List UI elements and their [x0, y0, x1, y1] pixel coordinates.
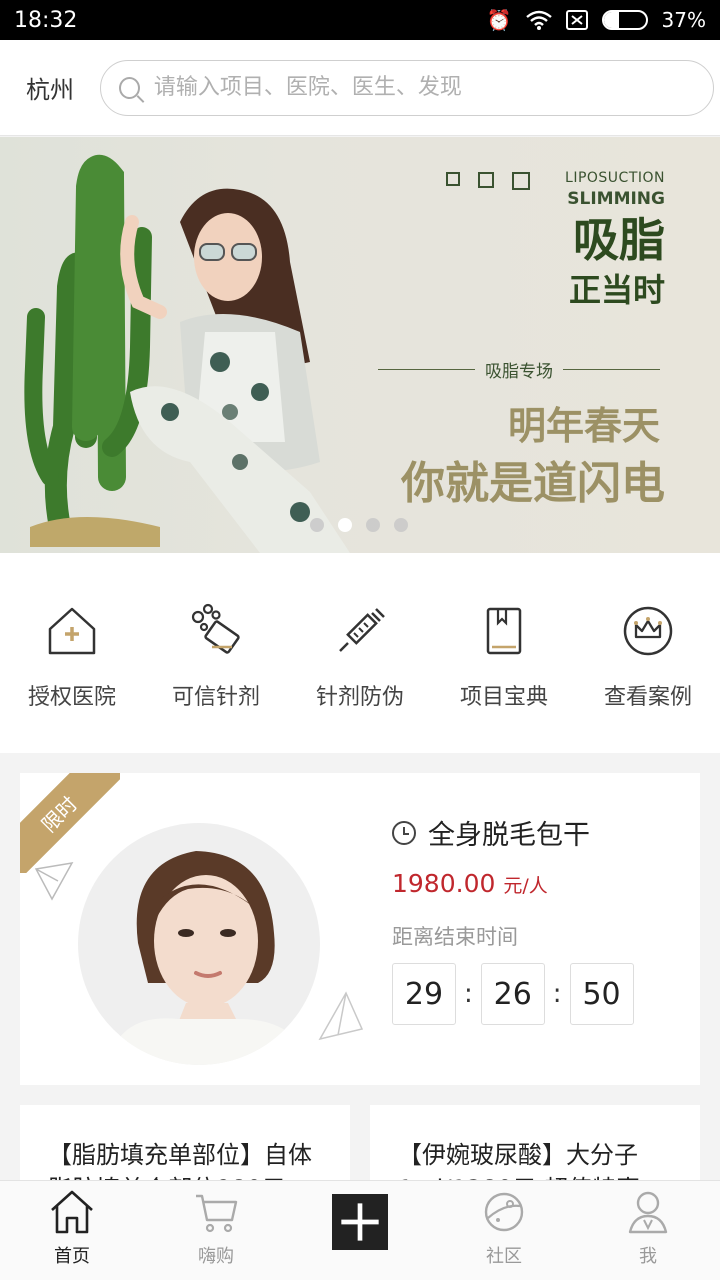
- city-selector[interactable]: 杭州: [0, 70, 100, 105]
- tab-label: 首页: [54, 1246, 90, 1267]
- plus-icon: [341, 1203, 379, 1241]
- status-time: 18:32: [14, 7, 78, 33]
- clock-icon: [392, 820, 416, 845]
- banner-slogan-2: 你就是道闪电: [401, 458, 665, 509]
- banner-section-label: 吸脂专场: [378, 357, 660, 382]
- bottom-tab-bar: 首页 嗨购 社区 我: [0, 1180, 720, 1280]
- status-icons: ⏰ 37%: [487, 8, 706, 32]
- quick-nav-project-guide[interactable]: 项目宝典: [432, 603, 576, 711]
- tab-shop[interactable]: 嗨购: [144, 1188, 288, 1268]
- search-bar[interactable]: [100, 59, 714, 116]
- countdown-minutes: 26: [480, 963, 545, 1025]
- status-bar: 18:32 ⏰ 37%: [0, 0, 720, 40]
- syringe-icon: [339, 608, 385, 652]
- model-image: [120, 188, 350, 553]
- header: 杭州: [0, 40, 720, 136]
- battery-percent: 37%: [661, 8, 706, 32]
- tab-community[interactable]: 社区: [432, 1188, 576, 1268]
- carousel-dot[interactable]: [310, 518, 324, 532]
- flash-sale-card[interactable]: 限时 全身脱毛包干 1980.00 元/人 距离结束时间 29 : 26 : 5…: [20, 773, 700, 1085]
- carousel-dot[interactable]: [394, 518, 408, 532]
- flash-sale-price: 1980.00 元/人: [392, 869, 548, 898]
- limited-time-ribbon: 限时: [20, 773, 120, 873]
- decor-triangle: [34, 862, 74, 901]
- search-input[interactable]: [153, 75, 695, 100]
- decor-squares: [446, 172, 530, 190]
- quick-nav-trusted-injections[interactable]: 可信针剂: [144, 603, 288, 711]
- tab-label: 我: [639, 1246, 657, 1267]
- quick-nav-authorized-hospitals[interactable]: 授权医院: [0, 603, 144, 711]
- divider-line: [563, 368, 660, 371]
- carousel-indicator[interactable]: [310, 518, 408, 532]
- banner-tag-en-2: SLIMMING: [567, 189, 665, 209]
- quick-nav: 授权医院 可信针剂 针剂防伪 项目宝典 查看案例: [0, 553, 720, 753]
- price-value: 1980.00: [392, 869, 496, 898]
- flash-sale-title: 全身脱毛包干: [428, 820, 590, 851]
- quick-nav-view-cases[interactable]: 查看案例: [576, 603, 720, 711]
- countdown-separator: :: [464, 979, 473, 1009]
- quick-nav-label: 授权医院: [27, 685, 116, 710]
- countdown-seconds: 50: [569, 963, 634, 1025]
- home-icon: [51, 1190, 93, 1234]
- tab-publish[interactable]: [288, 1194, 432, 1268]
- search-icon: [119, 76, 140, 99]
- tab-label: 嗨购: [198, 1246, 234, 1267]
- planet-icon: [484, 1192, 524, 1232]
- quick-nav-label: 可信针剂: [171, 685, 260, 710]
- wifi-icon: [525, 10, 552, 30]
- banner-slogan-1: 明年春天: [507, 404, 660, 448]
- decor-triangle: [318, 991, 364, 1041]
- crown-icon: [623, 606, 673, 656]
- price-unit: 元/人: [503, 875, 548, 897]
- quick-nav-label: 查看案例: [603, 685, 692, 710]
- countdown-label: 距离结束时间: [392, 925, 518, 949]
- banner-headline-2: 正当时: [568, 271, 665, 309]
- quick-nav-label: 针剂防伪: [315, 685, 404, 710]
- injection-bubbles-icon: [191, 603, 240, 654]
- banner-tag-en-1: LIPOSUCTION: [565, 170, 665, 186]
- alarm-off-icon: ⏰: [486, 8, 512, 32]
- product-portrait-image: [78, 823, 320, 1065]
- book-icon: [486, 607, 522, 655]
- tab-home[interactable]: 首页: [0, 1188, 144, 1268]
- battery-icon: [601, 10, 648, 30]
- countdown-timer: 29 : 26 : 50: [392, 963, 634, 1025]
- hospital-icon: [48, 607, 96, 655]
- banner-headline-1: 吸脂: [573, 213, 665, 267]
- carousel-dot[interactable]: [366, 518, 380, 532]
- carousel-dot[interactable]: [338, 518, 352, 532]
- section-label-text: 吸脂专场: [485, 362, 553, 382]
- quick-nav-label: 项目宝典: [459, 685, 548, 710]
- cart-icon: [196, 1194, 238, 1233]
- publish-button[interactable]: [332, 1194, 388, 1250]
- user-icon: [628, 1191, 668, 1234]
- divider-line: [378, 368, 475, 371]
- no-sim-icon: [565, 10, 588, 30]
- promo-banner[interactable]: LIPOSUCTION SLIMMING 吸脂 正当时 吸脂专场 明年春天 你就…: [0, 137, 720, 553]
- tab-label: 社区: [486, 1246, 522, 1267]
- flash-sale-title-row: 全身脱毛包干: [392, 813, 590, 852]
- quick-nav-injection-anti-counterfeit[interactable]: 针剂防伪: [288, 603, 432, 711]
- ribbon-text: 限时: [20, 773, 120, 873]
- tab-me[interactable]: 我: [576, 1188, 720, 1268]
- countdown-hours: 29: [392, 963, 456, 1025]
- countdown-separator: :: [552, 979, 562, 1009]
